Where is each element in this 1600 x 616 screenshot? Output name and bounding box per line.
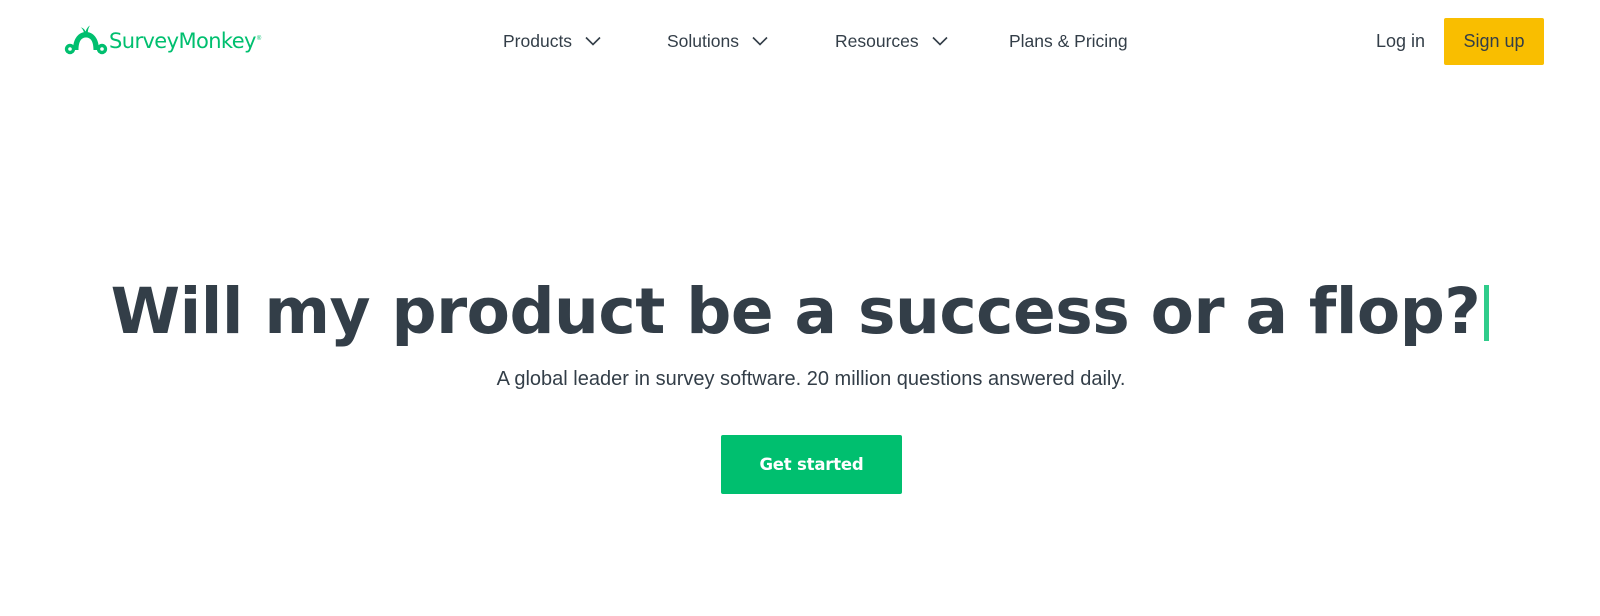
signup-button[interactable]: Sign up bbox=[1444, 18, 1544, 65]
nav-item-label: Products bbox=[503, 30, 573, 51]
nav-item-products[interactable]: Products bbox=[503, 24, 601, 58]
nav-item-solutions[interactable]: Solutions bbox=[667, 24, 768, 58]
hero-title: Will my product be a success or a flop? bbox=[0, 268, 1600, 352]
nav-item-label: Plans & Pricing bbox=[1009, 30, 1128, 51]
nav-item-resources[interactable]: Resources bbox=[835, 24, 948, 58]
nav-item-plans-pricing[interactable]: Plans & Pricing bbox=[1009, 24, 1128, 58]
hero-title-text: Will my product be a success or a flop? bbox=[110, 274, 1481, 348]
surveymonkey-logo-icon bbox=[64, 25, 108, 54]
chevron-down-icon bbox=[752, 36, 768, 46]
site-header: SurveyMonkey ® Products Solutions Resour… bbox=[0, 0, 1600, 82]
chevron-down-icon bbox=[585, 36, 601, 46]
login-link[interactable]: Log in bbox=[1376, 24, 1425, 58]
chevron-down-icon bbox=[932, 36, 948, 46]
typing-caret bbox=[1484, 284, 1490, 341]
nav-item-label: Resources bbox=[835, 30, 919, 51]
surveymonkey-logo[interactable]: SurveyMonkey ® bbox=[64, 23, 261, 58]
get-started-button[interactable]: Get started bbox=[721, 435, 902, 494]
nav-item-label: Solutions bbox=[667, 30, 739, 51]
hero-subtitle: A global leader in survey software. 20 m… bbox=[496, 368, 1126, 390]
logo-wordmark: SurveyMonkey bbox=[109, 29, 256, 53]
registered-mark: ® bbox=[256, 36, 262, 42]
